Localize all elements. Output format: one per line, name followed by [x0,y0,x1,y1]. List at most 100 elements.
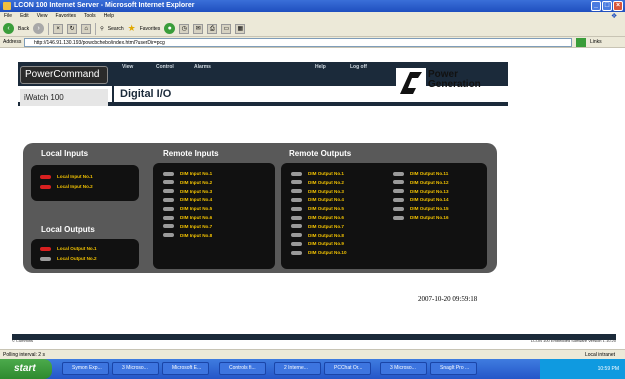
brand-line-2: Generation [428,79,481,90]
menu-tools[interactable]: Tools [84,12,96,21]
taskbar-item[interactable]: 2 Interne... [274,362,321,375]
discuss-icon[interactable]: ▦ [235,23,246,34]
io-label: DIM Input No.1 [180,171,213,176]
menu-help[interactable]: Help [104,12,114,21]
app-header: PowerCommand View Control Alarms Help Lo… [18,62,508,106]
brand-text: Power Generation [428,70,481,90]
io-row: DIM Input No.2 [163,180,212,185]
status-led-icon [40,174,51,179]
remote-inputs-title: Remote Inputs [163,149,219,158]
io-row: DIM Output No.3 [291,189,344,194]
nav-control[interactable]: Control [156,64,174,70]
page-title: Digital I/O [120,88,172,100]
io-row: DIM Input No.6 [163,215,212,220]
back-icon[interactable]: ‹ [3,23,14,34]
taskbar-item[interactable]: 3 Microso... [380,362,427,375]
maximize-button[interactable]: □ [602,1,612,11]
nav-alarms[interactable]: Alarms [194,64,211,70]
menu-favorites[interactable]: Favorites [55,12,76,21]
io-label: DIM Output No.10 [308,250,347,256]
status-led-icon [163,233,174,238]
io-label: DIM Output No.3 [308,188,344,194]
folder-icon[interactable]: ▭ [221,23,232,34]
search-icon[interactable]: ⚲ [100,26,104,32]
taskbar-item[interactable]: PCChat Or... [324,362,371,375]
clock[interactable]: 10:59 PM [598,366,619,372]
address-input[interactable]: http://146.91.130.193/powcbchebo/index.h… [24,38,572,47]
io-row: DIM Output No.8 [291,233,344,238]
taskbar-item[interactable]: 3 Microso... [112,362,159,375]
io-row: DIM Output No.13 [393,189,449,194]
powercommand-logo: PowerCommand [20,66,108,84]
favorites-label[interactable]: Favorites [140,26,161,32]
status-led-icon [40,184,51,189]
taskbar-item[interactable]: SnagIt Pro ... [430,362,477,375]
menu-edit[interactable]: Edit [20,12,29,21]
ie-icon [3,2,11,10]
taskbar-item[interactable]: Microsoft E... [162,362,209,375]
favorites-icon[interactable]: ★ [128,23,136,34]
io-label: DIM Input No.8 [180,232,213,238]
taskbar-item[interactable]: Controls fi... [219,362,266,375]
io-row: DIM Output No.15 [393,206,449,211]
io-row: DIM Output No.10 [291,250,347,255]
links-label[interactable]: Links [590,37,602,48]
remote-outputs-box: DIM Output No.1 DIM Output No.2 DIM Output… [281,163,487,269]
history-icon[interactable]: ◷ [179,23,190,34]
close-button[interactable]: × [613,1,623,11]
refresh-icon[interactable]: ↻ [67,23,78,34]
io-row: DIM Output No.9 [291,241,344,246]
start-button[interactable]: start [0,359,52,379]
minimize-button[interactable]: _ [591,1,601,11]
io-label: DIM Output No.6 [308,215,344,220]
status-led-icon [393,215,404,220]
back-label[interactable]: Back [18,26,29,32]
io-row: DIM Output No.16 [393,215,449,220]
local-outputs-box: Local Output No.1 Local Output No.2 [31,239,139,269]
status-led-icon [393,206,404,211]
menu-file[interactable]: File [4,12,12,21]
status-led-icon [291,189,302,194]
go-icon[interactable] [576,38,586,47]
io-label: DIM Output No.1 [308,171,344,176]
home-icon[interactable]: ⌂ [81,23,92,34]
io-row: DIM Input No.5 [163,206,212,211]
nav-logoff[interactable]: Log off [350,64,367,70]
io-panel: Local Inputs Local Input No.1 Local Inpu… [23,143,497,273]
io-row: DIM Input No.7 [163,224,212,229]
io-label: Local Output No.2 [57,256,97,261]
io-row: DIM Output No.1 [291,171,344,176]
io-label: DIM Output No.4 [308,197,344,203]
toolbar-divider [48,22,50,35]
timestamp: 2007-10-20 09:59:18 [418,295,478,303]
status-led-icon [291,197,302,202]
menu-bar: File Edit View Favorites Tools Help ❖ [0,12,625,21]
mail-icon[interactable]: ✉ [193,23,204,34]
status-led-icon [163,197,174,202]
status-led-icon [163,215,174,220]
address-bar: Address http://146.91.130.193/powcbchebo… [0,37,625,48]
local-outputs-title: Local Outputs [41,225,95,234]
status-led-icon [291,171,302,176]
print-icon[interactable]: ⎙ [207,23,218,34]
io-label: DIM Output No.15 [410,206,449,212]
taskbar-item[interactable]: Symon Exp... [62,362,109,375]
forward-icon[interactable]: › [33,23,45,34]
io-row: DIM Output No.5 [291,206,344,211]
status-led-icon [291,241,302,246]
io-label: DIM Output No.5 [308,206,344,212]
media-icon[interactable]: ● [164,23,176,34]
window-titlebar: LCON 100 Internet Server - Microsoft Int… [0,0,625,12]
search-label[interactable]: Search [108,26,124,32]
system-tray: 10:59 PM [540,359,625,379]
taskbar: start Symon Exp... 3 Microso... Microsoft … [0,359,625,379]
io-row: DIM Input No.4 [163,197,212,202]
status-led-icon [393,180,404,185]
status-led-icon [163,189,174,194]
io-label: DIM Input No.7 [180,223,213,229]
nav-help[interactable]: Help [315,64,326,70]
nav-view[interactable]: View [122,64,133,70]
stop-icon[interactable]: × [53,23,64,34]
toolbar-divider [95,22,97,35]
menu-view[interactable]: View [37,12,48,21]
